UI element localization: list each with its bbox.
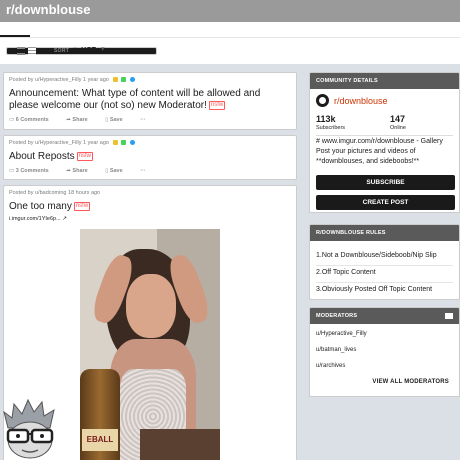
post-image[interactable]: EBALL — [80, 229, 220, 460]
nsfw-badge: nsfw — [208, 100, 226, 110]
divider — [316, 135, 453, 136]
save-button[interactable]: ▯ Save — [105, 168, 130, 174]
post-title[interactable]: About Reposts nsfw — [9, 151, 93, 163]
post-title[interactable]: Announcement: What type of content will … — [9, 88, 289, 112]
subscribe-button[interactable]: SUBSCRIBE — [316, 175, 455, 190]
subreddit-tabs — [0, 22, 460, 38]
moderator-link[interactable]: u/Hyperactive_Filly — [316, 331, 367, 337]
online-count: 147 — [390, 114, 406, 124]
moderator-link[interactable]: u/rarchives — [316, 363, 345, 369]
online-label: Online — [390, 125, 406, 131]
more-options-button[interactable]: ··· — [140, 168, 146, 174]
divider — [316, 265, 453, 266]
subscriber-count: 113k — [316, 114, 336, 124]
message-mods-icon[interactable] — [445, 313, 453, 319]
award-icon — [129, 140, 135, 146]
subreddit-title[interactable]: r/downblouse — [6, 2, 91, 17]
card-header: MODERATORS — [310, 308, 459, 324]
post-author[interactable]: Posted by u/Hyperactive_Filly 1 year ago — [9, 140, 109, 146]
award-icon — [112, 140, 118, 146]
post-card[interactable]: Posted by u/Hyperactive_Filly 1 year ago… — [3, 72, 297, 130]
community-name[interactable]: r/downblouse — [334, 96, 388, 106]
card-header: R/DOWNBLOUSE RULES — [310, 225, 459, 241]
nsfw-badge: nsfw — [76, 151, 93, 161]
sort-label: SORT — [54, 48, 70, 54]
divider — [316, 282, 453, 283]
sort-bar: SORT ♨ HOT ▾ — [0, 38, 460, 64]
award-icon — [112, 77, 118, 83]
post-card[interactable]: Posted by u/Hyperactive_Filly 1 year ago… — [3, 135, 297, 180]
more-options-button[interactable]: ··· — [140, 117, 146, 123]
compact-view-icon[interactable] — [28, 47, 36, 55]
post-meta: Posted by u/badcoming 18 hours ago — [9, 190, 100, 196]
share-button[interactable]: ➦ Share — [66, 168, 95, 174]
community-details-card: COMMUNITY DETAILS r/downblouse 113k Subs… — [309, 72, 460, 213]
create-post-button[interactable]: CREATE POST — [316, 195, 455, 210]
post-meta: Posted by u/Hyperactive_Filly 1 year ago — [9, 140, 135, 146]
community-description: # www.imgur.com/r/downblouse - Gallery P… — [316, 138, 443, 165]
flame-icon: ♨ — [72, 45, 80, 54]
post-author[interactable]: Posted by u/badcoming 18 hours ago — [9, 190, 100, 196]
mascot-avatar-icon[interactable] — [0, 398, 60, 460]
bottle-label: EBALL — [82, 429, 118, 451]
comments-button[interactable]: ▭ 3 Comments — [9, 168, 57, 174]
post-link[interactable]: i.imgur.com/1YIe6p... ↗ — [9, 216, 67, 222]
classic-view-icon[interactable] — [17, 47, 25, 55]
save-button[interactable]: ▯ Save — [105, 117, 130, 123]
subscriber-label: Subscribers — [316, 125, 346, 131]
sort-value: HOT — [81, 47, 96, 54]
view-all-moderators-button[interactable]: VIEW ALL MODERATORS — [372, 379, 449, 385]
moderators-card: MODERATORS u/Hyperactive_Filly u/batman_… — [309, 307, 460, 397]
post-author[interactable]: Posted by u/Hyperactive_Filly 1 year ago — [9, 77, 109, 83]
active-tab-indicator — [0, 35, 30, 37]
card-header: COMMUNITY DETAILS — [310, 73, 459, 89]
rule-item[interactable]: 1.Not a Downblouse/Sideboob/Nip Slip — [316, 252, 437, 259]
award-icon — [121, 140, 127, 146]
post-actions: ▭ 6 Comments ➦ Share ▯ Save ··· — [9, 117, 154, 123]
post-title-text: About Reposts — [9, 151, 75, 162]
community-icon[interactable] — [316, 94, 329, 107]
nsfw-badge: nsfw — [73, 201, 91, 211]
chevron-down-icon[interactable]: ▾ — [101, 45, 105, 53]
rule-item[interactable]: 3.Obviously Posted Off Topic Content — [316, 286, 432, 293]
award-icon — [121, 77, 127, 83]
post-title[interactable]: One too many nsfw — [9, 201, 91, 213]
external-link-icon: ↗ — [62, 216, 67, 222]
moderator-link[interactable]: u/batman_lives — [316, 347, 356, 353]
post-title-text: One too many — [9, 201, 72, 212]
award-icon — [129, 77, 135, 83]
comments-button[interactable]: ▭ 6 Comments — [9, 117, 57, 123]
subreddit-banner: r/downblouse — [0, 0, 460, 22]
post-actions: ▭ 3 Comments ➦ Share ▯ Save ··· — [9, 168, 154, 174]
rule-item[interactable]: 2.Off Topic Content — [316, 269, 376, 276]
sort-hot-button[interactable]: ♨ HOT — [72, 45, 96, 54]
post-meta: Posted by u/Hyperactive_Filly 1 year ago — [9, 77, 135, 83]
rules-card: R/DOWNBLOUSE RULES 1.Not a Downblouse/Si… — [309, 224, 460, 300]
share-button[interactable]: ➦ Share — [66, 117, 95, 123]
